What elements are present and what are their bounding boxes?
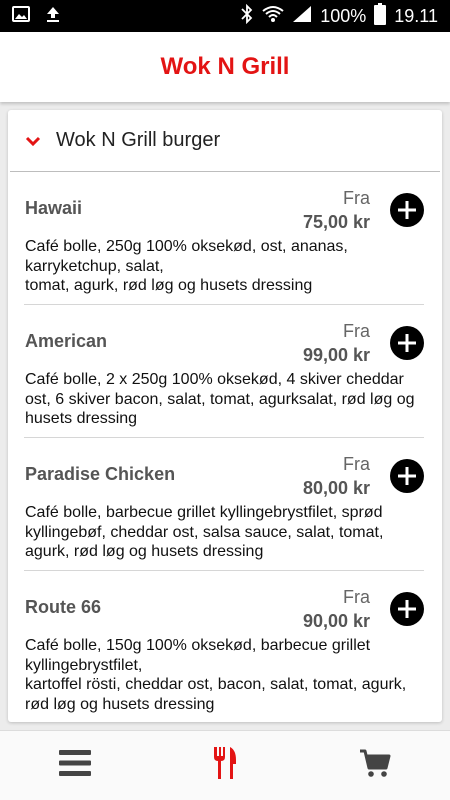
add-to-cart-button[interactable]: [390, 592, 424, 626]
bottom-nav: [0, 730, 450, 800]
description-line: ost, 6 skiver bacon, salat, tomat, agurk…: [25, 390, 415, 408]
item-name: Hawaii: [25, 198, 83, 218]
app-title: Wok N Grill: [160, 53, 290, 80]
item-description: Café bolle, barbecue grillet kyllingebry…: [25, 503, 422, 562]
item-price: 75,00 kr: [302, 212, 370, 232]
chevron-down-icon[interactable]: [10, 135, 50, 147]
item-price: 80,00 kr: [302, 478, 370, 498]
section-header[interactable]: Wok N Grill burger: [10, 110, 440, 172]
menu-item[interactable]: Route 66 Fra 90,00 kr Café bolle, 150g 1…: [24, 571, 424, 722]
description-line: rød løg og husets dressing: [25, 695, 215, 713]
item-description: Café bolle, 250g 100% oksekød, ost, anan…: [25, 237, 422, 296]
signal-icon: [292, 5, 312, 28]
item-name: Paradise Chicken: [25, 464, 176, 484]
description-line: agurk, rød løg og husets dressing: [25, 543, 264, 560]
add-to-cart-button[interactable]: [390, 459, 424, 493]
upload-icon: [44, 5, 62, 28]
description-line: Café bolle, barbecue grillet kyllingebry…: [25, 504, 383, 521]
section-title: Wok N Grill burger: [56, 129, 221, 151]
battery-icon: [374, 2, 387, 30]
item-name: American: [25, 331, 108, 351]
clock: 19.11: [394, 5, 438, 26]
cutlery-icon: [212, 746, 238, 785]
description-line: husets dressing: [25, 410, 138, 427]
bluetooth-icon: [240, 3, 254, 29]
add-to-cart-button[interactable]: [390, 326, 424, 360]
price-prefix: Fra: [343, 321, 370, 341]
image-icon: [12, 5, 30, 28]
menu-icon: [59, 749, 91, 782]
description-line: Café bolle, 2 x 250g 100% oksekød, 4 ski…: [25, 371, 404, 388]
price-prefix: Fra: [343, 587, 370, 607]
menu-item[interactable]: American Fra 99,00 kr Café bolle, 2 x 25…: [24, 305, 424, 438]
app-bar: Wok N Grill: [0, 32, 450, 102]
price-prefix: Fra: [343, 454, 370, 474]
menu-item[interactable]: Hawaii Fra 75,00 kr Café bolle, 250g 100…: [24, 172, 424, 305]
description-line: kyllingebrystfilet,: [25, 656, 143, 674]
price-prefix: Fra: [343, 188, 370, 208]
battery-percent: 100%: [320, 5, 367, 26]
item-description: Café bolle, 150g 100% oksekød, barbecue …: [25, 636, 422, 714]
nav-food[interactable]: [195, 741, 255, 791]
description-line: Café bolle, 250g 100% oksekød, ost, anan…: [25, 238, 348, 255]
wifi-icon: [262, 5, 284, 28]
nav-cart[interactable]: [345, 741, 405, 791]
description-line: kartoffel rösti, cheddar ost, bacon, sal…: [25, 676, 407, 693]
item-price: 90,00 kr: [302, 611, 370, 631]
description-line: Café bolle, 150g 100% oksekød, barbecue …: [25, 637, 371, 654]
cart-icon: [359, 748, 391, 783]
item-description: Café bolle, 2 x 250g 100% oksekød, 4 ski…: [25, 370, 422, 429]
item-name: Route 66: [25, 597, 102, 617]
menu-item[interactable]: Paradise Chicken Fra 80,00 kr Café bolle…: [24, 438, 424, 571]
add-to-cart-button[interactable]: [390, 193, 424, 227]
status-bar: 100% 19.11: [0, 0, 450, 32]
description-line: karryketchup, salat,: [25, 257, 164, 275]
menu-card: Wok N Grill burger Hawaii Fra 75,00 kr C…: [8, 110, 442, 722]
description-line: tomat, agurk, rød løg og husets dressing: [25, 277, 313, 294]
item-price: 99,00 kr: [302, 345, 370, 365]
description-line: kyllingebøf, cheddar ost, salsa sauce, s…: [25, 523, 384, 541]
nav-menu[interactable]: [45, 741, 105, 791]
